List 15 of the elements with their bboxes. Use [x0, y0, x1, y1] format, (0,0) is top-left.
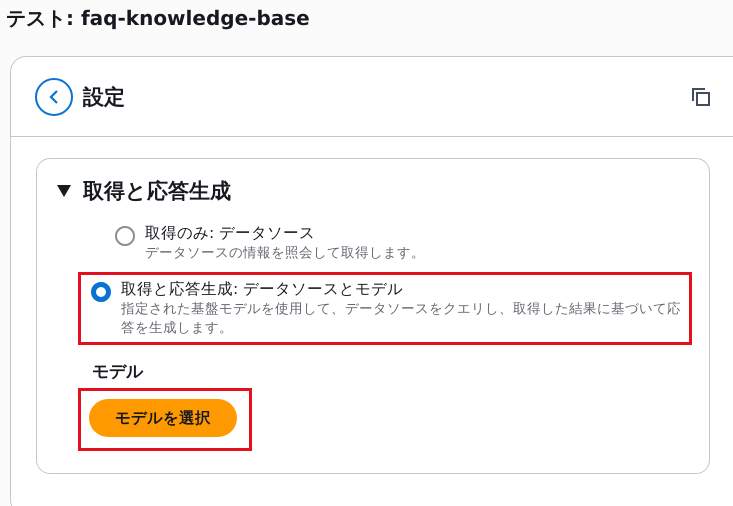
caret-icon	[57, 185, 71, 197]
option-description: 指定された基盤モデルを使用して、データソースをクエリし、取得した結果に基づいて応答を生成します。	[121, 300, 682, 338]
back-button[interactable]	[35, 78, 73, 116]
radio-button[interactable]	[115, 226, 135, 246]
section-toggle[interactable]: 取得と応答生成	[57, 177, 231, 205]
option-label: 取得と応答生成: データソースとモデル	[121, 279, 404, 300]
back-icon	[49, 88, 59, 104]
radio-button[interactable]	[91, 282, 111, 302]
panel-title: 設定	[83, 84, 126, 110]
model-label: モデル	[92, 361, 144, 383]
page-title: テスト: faq-knowledge-base	[6, 5, 311, 32]
select-model-button[interactable]: モデルを選択	[89, 399, 237, 437]
copy-icon[interactable]	[691, 86, 711, 106]
option-description: データソースの情報を照会して取得します。	[145, 244, 425, 263]
option-label: 取得のみ: データソース	[145, 223, 316, 244]
